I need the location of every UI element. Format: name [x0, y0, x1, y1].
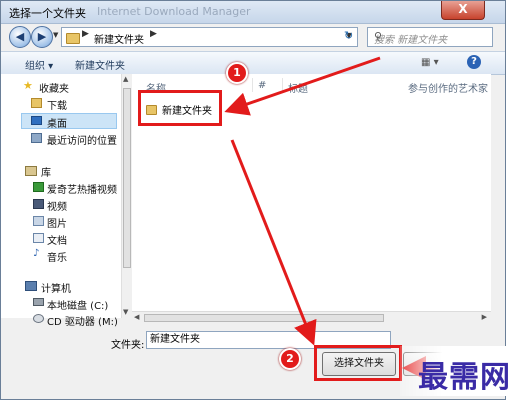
annotation-arrow-2: [230, 139, 317, 346]
annotation-arrow-1: [224, 56, 381, 116]
watermark-text: 最需网: [418, 360, 511, 395]
annotation-arrows: [224, 56, 505, 380]
watermark: 最需网: [400, 346, 521, 396]
